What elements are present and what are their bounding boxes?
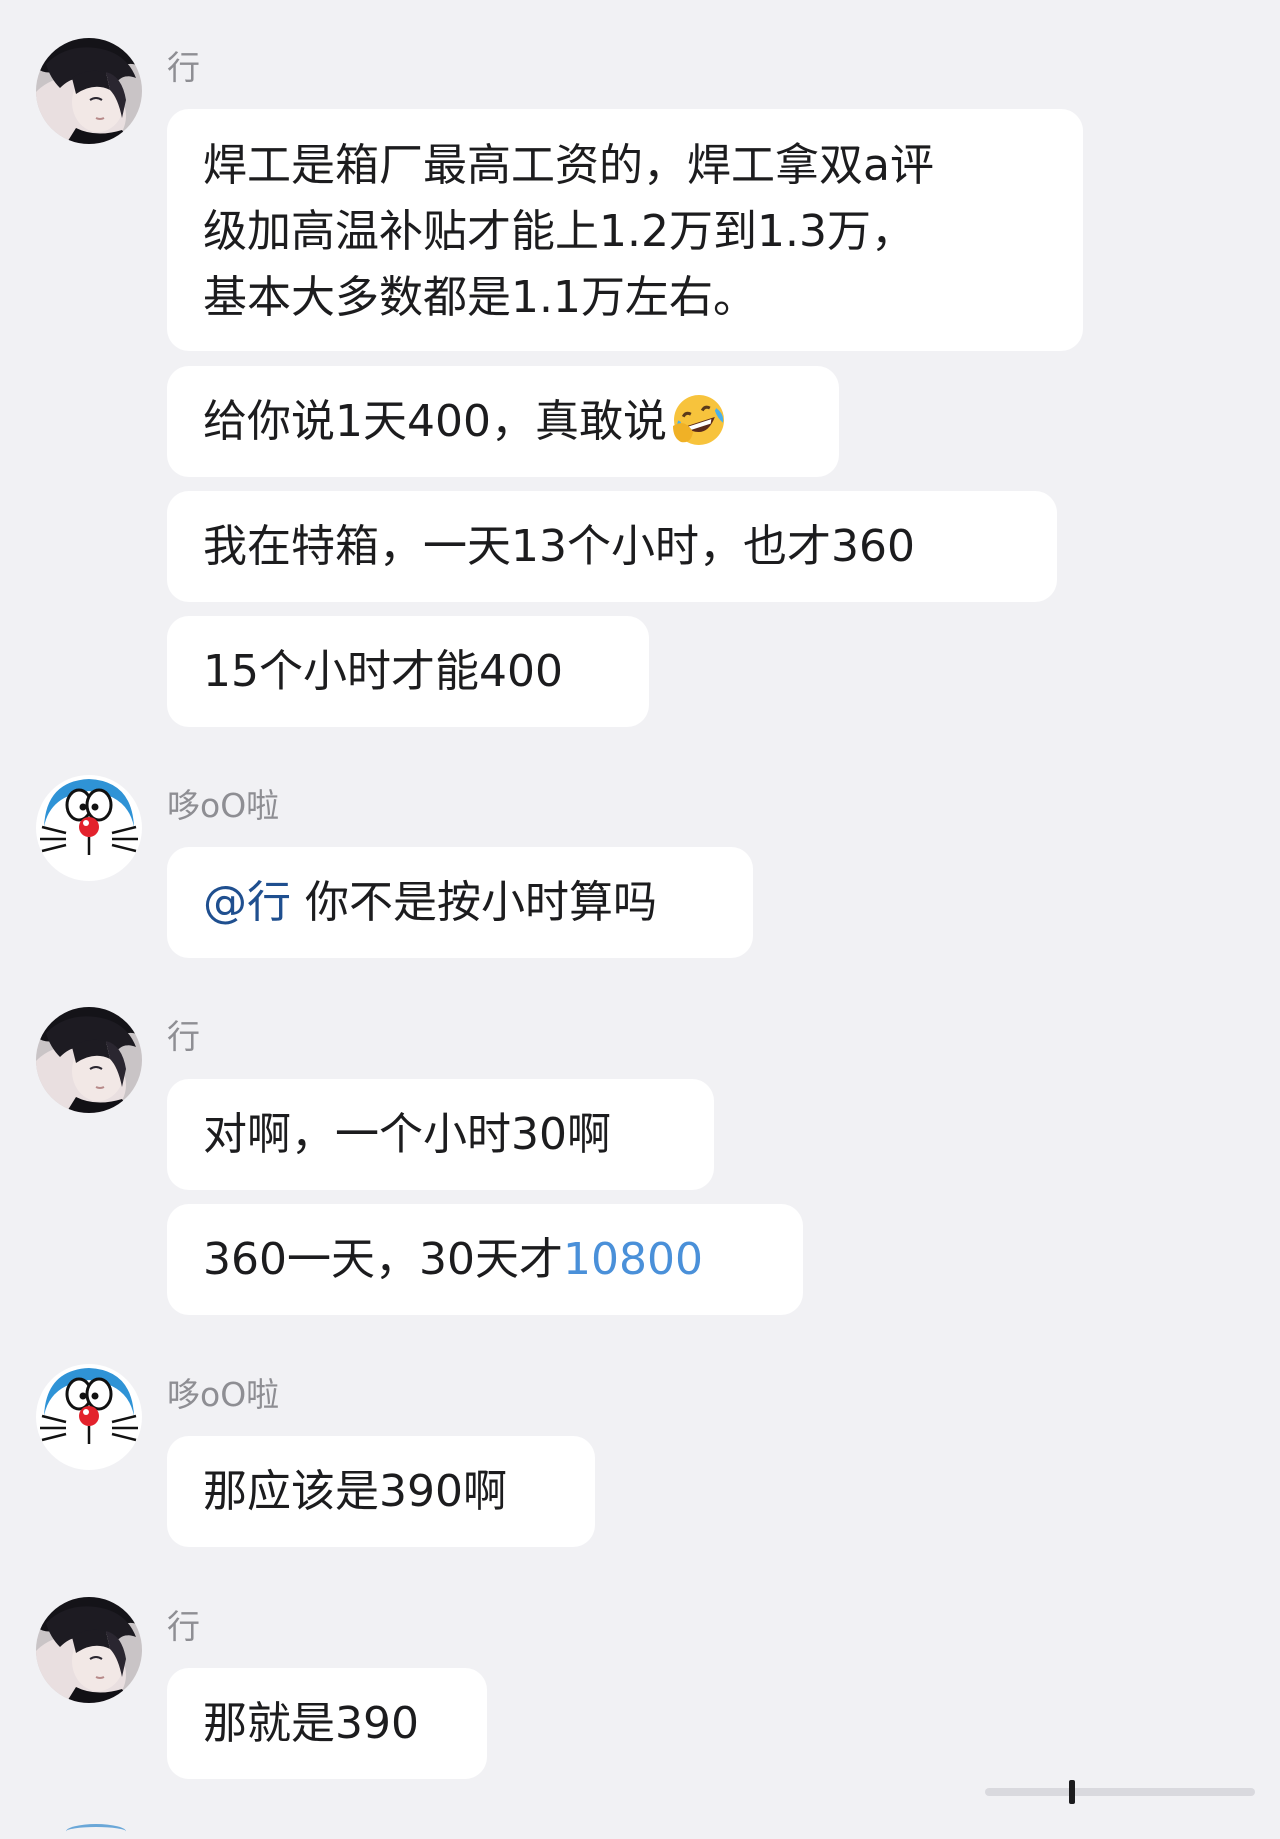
chat-transcript: 行 焊工是箱厂最高工资的，焊工拿双a评 级加高温补贴才能上1.2万到1.3万， …: [0, 0, 1280, 1830]
doraemon-avatar-icon: [36, 775, 142, 881]
number-link[interactable]: 10800: [563, 1234, 703, 1285]
message-bubble[interactable]: 那就是390: [167, 1668, 487, 1779]
message-bubble[interactable]: 焊工是箱厂最高工资的，焊工拿双a评 级加高温补贴才能上1.2万到1.3万， 基本…: [167, 109, 1083, 351]
mention-link[interactable]: @行: [203, 877, 291, 928]
message-text: 那应该是390啊: [203, 1466, 507, 1517]
sender-name: 行: [167, 1017, 200, 1056]
message-bubble[interactable]: @行 你不是按小时算吗: [167, 847, 753, 958]
message-line: 焊工是箱厂最高工资的，焊工拿双a评: [203, 140, 934, 191]
sender-name: 哆oO啦: [167, 1375, 280, 1414]
sender-name: 哆oO啦: [167, 786, 280, 825]
message-text: 对啊，一个小时30啊: [203, 1109, 611, 1160]
avatar[interactable]: [36, 775, 142, 881]
message-bubble[interactable]: 那应该是390啊: [167, 1436, 595, 1547]
message-bubble[interactable]: 对啊，一个小时30啊: [167, 1079, 714, 1190]
avatar[interactable]: [36, 1597, 142, 1703]
scroll-indicator-knob[interactable]: [1069, 1780, 1075, 1804]
avatar[interactable]: [36, 38, 142, 144]
message-line: 基本大多数都是1.1万左右。: [203, 272, 757, 323]
message-text: 360一天，30天才: [203, 1234, 563, 1285]
message-text: 给你说1天400，真敢说: [203, 396, 667, 447]
scroll-indicator[interactable]: [985, 1780, 1255, 1804]
anime-boy-avatar-icon: [36, 1007, 142, 1113]
next-avatar-edge: [66, 1824, 126, 1839]
message-bubble[interactable]: 给你说1天400，真敢说: [167, 366, 839, 477]
rofl-emoji-icon: [670, 392, 727, 448]
message-text: 我在特箱，一天13个小时，也才360: [203, 521, 915, 572]
message-bubble[interactable]: 15个小时才能400: [167, 616, 649, 727]
doraemon-avatar-icon: [36, 1364, 142, 1470]
anime-boy-avatar-icon: [36, 1597, 142, 1703]
sender-name: 行: [167, 48, 200, 87]
message-text: 那就是390: [203, 1698, 419, 1749]
avatar[interactable]: [36, 1007, 142, 1113]
message-text: 你不是按小时算吗: [291, 877, 657, 928]
message-line: 级加高温补贴才能上1.2万到1.3万，: [203, 206, 915, 257]
anime-boy-avatar-icon: [36, 38, 142, 144]
message-text: 15个小时才能400: [203, 646, 563, 697]
message-bubble[interactable]: 我在特箱，一天13个小时，也才360: [167, 491, 1057, 602]
sender-name: 行: [167, 1607, 200, 1646]
message-bubble[interactable]: 360一天，30天才10800: [167, 1204, 803, 1315]
avatar[interactable]: [36, 1364, 142, 1470]
